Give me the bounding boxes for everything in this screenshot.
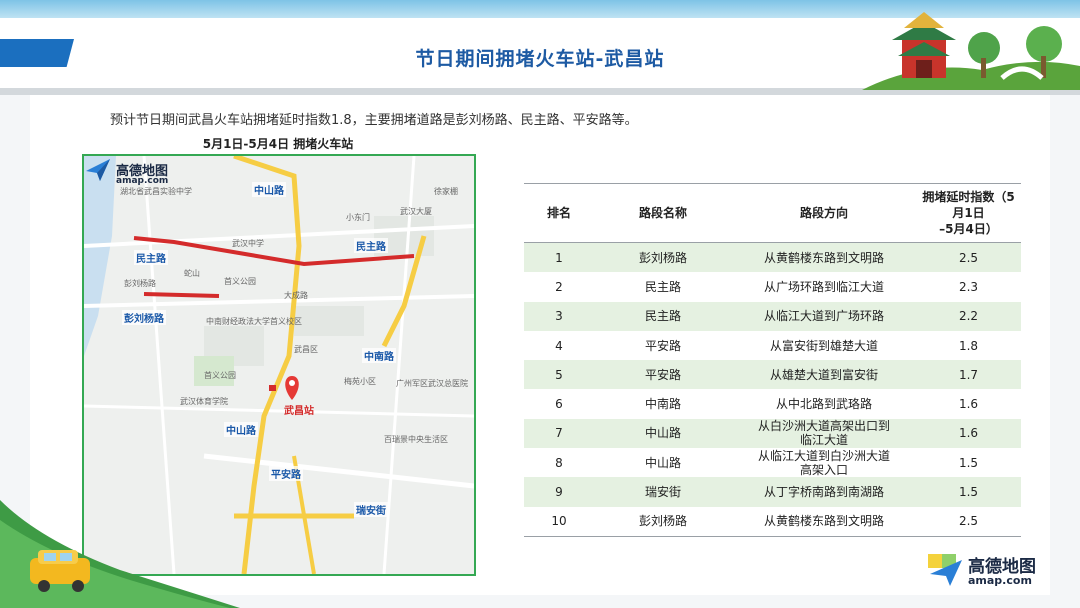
col-delay-index: 拥堵延时指数（5月1日 –5月4日） (916, 183, 1021, 243)
table-row: 2 民主路 从广场环路到临江大道 2.3 (524, 272, 1021, 301)
road-label-pengliuyang: 彭刘杨路 (122, 310, 166, 325)
table-row: 9 瑞安街 从丁字桥南路到南湖路 1.5 (524, 477, 1021, 507)
index-cell: 1.5 (916, 477, 1021, 507)
road-cell: 平安路 (644, 338, 681, 353)
col-rank: 排名 (524, 183, 594, 243)
road-cell: 彭刘杨路 (594, 506, 732, 537)
index-cell: 1.6 (958, 397, 979, 412)
table-header-row: 排名 路段名称 路段方向 拥堵延时指数（5月1日 –5月4日） (524, 183, 1021, 243)
col-road-name: 路段名称 (594, 183, 732, 243)
index-cell: 1.7 (916, 360, 1021, 390)
road-cell: 平安路 (594, 360, 732, 390)
road-cell: 瑞安街 (594, 477, 732, 507)
place-label: 武汉体育学院 (180, 397, 228, 406)
place-label: 彭刘杨路 (124, 279, 156, 288)
rank-cell: 9 (524, 477, 594, 507)
place-label: 蛇山 (184, 269, 200, 278)
table-row: 1 彭刘杨路 从黄鹤楼东路到文明路 2.5 (524, 242, 1021, 273)
index-cell: 2.5 (916, 506, 1021, 537)
place-label: 首义公园 (224, 277, 256, 286)
road-cell: 中南路 (644, 397, 681, 412)
amap-plane-icon (86, 159, 110, 181)
rank-cell: 10 (524, 506, 594, 537)
direction-cell: 从临江大道到白沙洲大道 高架入口 (757, 448, 890, 477)
table-row: 10 彭刘杨路 从黄鹤楼东路到文明路 2.5 (524, 506, 1021, 537)
direction-cell: 从临江大道到广场环路 (732, 301, 916, 331)
place-label: 小东门 (346, 213, 370, 222)
rank-cell: 8 (555, 455, 563, 470)
table-row: 6 中南路 从中北路到武珞路 1.6 (524, 389, 1021, 418)
amap-brand-icon (928, 554, 962, 586)
road-label-zhongshan-south: 中山路 (224, 422, 258, 437)
direction-cell: 从中北路到武珞路 (775, 397, 872, 412)
road-label-ruian: 瑞安街 (354, 502, 388, 517)
direction-cell: 从丁字桥南路到南湖路 (732, 477, 916, 507)
rank-cell: 5 (524, 360, 594, 390)
rank-cell: 6 (555, 397, 563, 412)
place-label: 武汉中学 (232, 239, 264, 248)
direction-cell: 从黄鹤楼东路到文明路 (732, 506, 916, 537)
index-cell: 2.2 (916, 301, 1021, 331)
road-label-minzhu-east: 民主路 (354, 238, 388, 253)
map-caption: 5月1日-5月4日 拥堵火车站 (202, 137, 354, 151)
rank-cell: 2 (555, 279, 563, 294)
direction-cell: 从富安街到雄楚大道 (769, 338, 878, 353)
direction-cell: 从黄鹤楼东路到文明路 (732, 242, 916, 273)
place-label: 梅苑小区 (344, 377, 376, 386)
road-cell: 彭刘杨路 (594, 242, 732, 273)
table-row: 4 平安路 从富安街到雄楚大道 1.8 (524, 331, 1021, 360)
road-cell: 中山路 (644, 455, 681, 470)
brand-domain: amap.com (968, 574, 1032, 587)
road-label-pingan: 平安路 (269, 466, 303, 481)
direction-cell: 从雄楚大道到富安街 (732, 360, 916, 390)
place-label: 中南财经政法大学首义校区 (206, 317, 302, 326)
brand-logo: 高德地图 amap.com (928, 550, 1068, 590)
place-label: 百瑞景中央生活区 (384, 435, 448, 444)
congestion-table: 排名 路段名称 路段方向 拥堵延时指数（5月1日 –5月4日） 1 彭刘杨路 从… (524, 183, 1021, 537)
col-direction: 路段方向 (732, 183, 916, 243)
index-cell: 1.5 (958, 455, 979, 470)
table-row: 8 中山路 从临江大道到白沙洲大道 高架入口 1.5 (524, 448, 1021, 477)
map-logo-domain: amap.com (116, 176, 169, 186)
index-cell: 1.6 (916, 418, 1021, 449)
road-label-zhongnan: 中南路 (362, 348, 396, 363)
table-row: 7 中山路 从白沙洲大道高架出口到 临江大道 1.6 (524, 418, 1021, 449)
station-label: 武昌站 (284, 406, 314, 417)
index-cell: 2.3 (958, 279, 979, 294)
rank-cell: 1 (524, 242, 594, 273)
slide: 节日期间拥堵火车站-武昌站 预计节日期间武昌火车站拥堵延时指数1.8，主要拥堵道… (0, 0, 1080, 608)
road-cell: 民主路 (594, 301, 732, 331)
intro-text: 预计节日期间武昌火车站拥堵延时指数1.8，主要拥堵道路是彭刘杨路、民主路、平安路… (110, 113, 638, 128)
yellow-crane-tower-illustration (862, 12, 1080, 90)
road-cell: 中山路 (594, 418, 732, 449)
index-cell: 1.8 (958, 338, 979, 353)
place-label: 武汉大厦 (400, 207, 432, 216)
road-label-zhongshan-north: 中山路 (252, 182, 286, 197)
rank-cell: 7 (524, 418, 594, 449)
road-label-minzhu-west: 民主路 (134, 250, 168, 265)
place-label: 湖北省武昌实验中学 (120, 187, 192, 196)
place-label: 武昌区 (294, 345, 318, 354)
table-row: 5 平安路 从雄楚大道到富安街 1.7 (524, 360, 1021, 390)
road-cell: 民主路 (644, 279, 681, 294)
place-label: 首义公园 (204, 371, 236, 380)
taxi-illustration (0, 500, 240, 608)
direction-cell: 从广场环路到临江大道 (763, 279, 884, 294)
index-cell: 2.5 (916, 242, 1021, 273)
map-logo: 高德地图 amap.com (86, 159, 176, 189)
place-label: 大成路 (284, 291, 308, 300)
place-label: 广州军区武汉总医院 (396, 379, 468, 388)
rank-cell: 3 (524, 301, 594, 331)
direction-cell: 从白沙洲大道高架出口到 临江大道 (732, 418, 916, 449)
place-label: 徐家棚 (434, 187, 458, 196)
table-row: 3 民主路 从临江大道到广场环路 2.2 (524, 301, 1021, 331)
rank-cell: 4 (555, 338, 563, 353)
